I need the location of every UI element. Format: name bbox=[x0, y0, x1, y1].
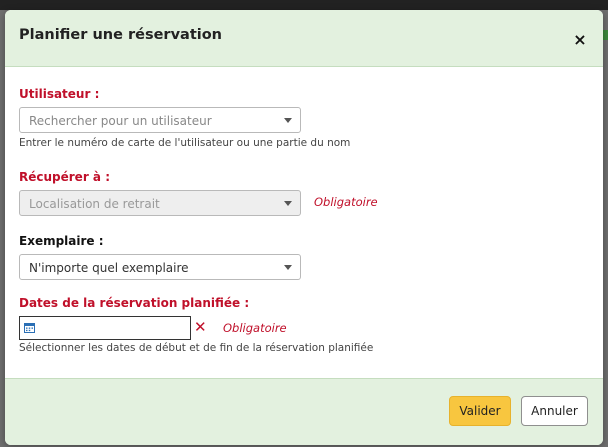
modal-title: Planifier une réservation bbox=[19, 27, 223, 43]
close-icon[interactable]: × bbox=[571, 31, 589, 49]
date-range-input[interactable] bbox=[19, 316, 191, 340]
user-hint: Entrer le numéro de carte de l'utilisate… bbox=[19, 137, 351, 149]
dates-hint: Sélectionner les dates de début et de fi… bbox=[19, 342, 374, 354]
chevron-down-icon bbox=[284, 118, 292, 123]
item-select[interactable]: N'importe quel exemplaire bbox=[19, 254, 301, 280]
pickup-location-select[interactable]: Localisation de retrait bbox=[19, 190, 301, 216]
background-top-bar bbox=[0, 0, 608, 10]
user-search-select[interactable]: Rechercher pour un utilisateur bbox=[19, 107, 301, 133]
user-search-placeholder: Rechercher pour un utilisateur bbox=[29, 114, 212, 128]
cancel-button[interactable]: Annuler bbox=[521, 396, 588, 426]
pickup-required-note: Obligatoire bbox=[314, 195, 378, 209]
clear-dates-icon[interactable]: ✕ bbox=[194, 319, 207, 335]
submit-button[interactable]: Valider bbox=[449, 396, 511, 426]
user-label: Utilisateur : bbox=[19, 87, 100, 101]
chevron-down-icon bbox=[284, 265, 292, 270]
schedule-booking-modal: Planifier une réservation × Utilisateur … bbox=[5, 10, 603, 445]
chevron-down-icon bbox=[284, 201, 292, 206]
dates-label: Dates de la réservation planifiée : bbox=[19, 296, 250, 310]
pickup-location-placeholder: Localisation de retrait bbox=[29, 197, 160, 211]
item-select-value: N'importe quel exemplaire bbox=[29, 261, 189, 275]
modal-footer: Valider Annuler bbox=[5, 378, 603, 445]
dates-required-note: Obligatoire bbox=[223, 321, 287, 335]
modal-header: Planifier une réservation × bbox=[5, 10, 603, 67]
calendar-icon bbox=[24, 323, 35, 333]
pickup-label: Récupérer à : bbox=[19, 170, 110, 184]
item-label: Exemplaire : bbox=[19, 234, 104, 248]
